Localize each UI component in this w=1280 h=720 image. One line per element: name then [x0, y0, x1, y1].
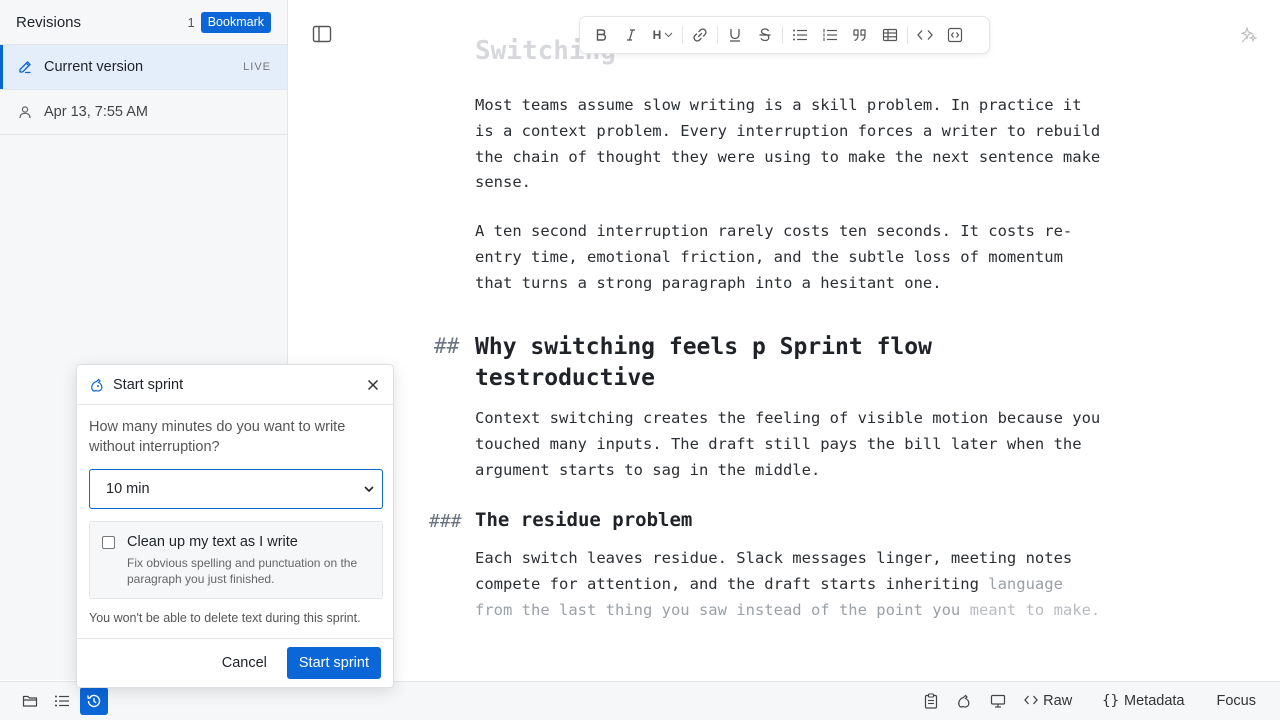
toolbar-divider: [782, 26, 783, 44]
link-icon[interactable]: [685, 21, 715, 49]
chevron-down-icon: [364, 485, 374, 492]
paragraph-text-faded: meant to make.: [969, 600, 1101, 619]
formatting-toolbar: H: [579, 16, 990, 54]
cleanup-option: Clean up my text as I write Fix obvious …: [89, 521, 383, 599]
dialog-title: Start sprint: [113, 376, 184, 393]
revision-item-current[interactable]: Current version LIVE: [0, 45, 287, 90]
sprint-icon: [89, 377, 105, 393]
sprint-question: How many minutes do you want to write wi…: [89, 419, 346, 455]
monitor-icon[interactable]: [990, 694, 1006, 708]
start-sprint-dialog: Start sprint How many minutes do you wan…: [76, 364, 394, 688]
focus-label: Focus: [1216, 693, 1257, 709]
cleanup-label: Clean up my text as I write: [127, 534, 298, 550]
dialog-body: How many minutes do you want to write wi…: [77, 405, 393, 637]
editor-paragraph[interactable]: Context switching creates the feeling of…: [475, 406, 1105, 483]
h2-line: testroductive: [475, 365, 656, 391]
pencil-icon: [18, 60, 32, 74]
toggle-sidebar-icon[interactable]: [312, 25, 332, 43]
folder-icon[interactable]: [16, 687, 44, 715]
paragraph-text: Each switch leaves residue. Slack messag…: [475, 549, 1073, 593]
revision-count: 1: [187, 14, 195, 30]
chevron-down-icon: [664, 32, 673, 38]
cleanup-description: Fix obvious spelling and punctuation on …: [127, 556, 358, 586]
revision-item-apr13[interactable]: Apr 13, 7:55 AM: [0, 90, 287, 135]
heading-dropdown[interactable]: H: [646, 21, 680, 49]
live-badge: LIVE: [243, 61, 271, 73]
revision-label: Apr 13, 7:55 AM: [44, 104, 148, 120]
sprint-warning: You won't be able to delete text during …: [89, 611, 361, 625]
ai-sparkle-icon[interactable]: [1240, 26, 1258, 44]
clipboard-icon[interactable]: [924, 693, 938, 709]
underline-icon[interactable]: [720, 21, 750, 49]
sprint-toggle-icon[interactable]: [956, 693, 972, 709]
dialog-footer: Cancel Start sprint: [77, 638, 393, 687]
sidebar-header: Revisions 1 Bookmark: [0, 0, 287, 45]
toolbar-divider: [717, 26, 718, 44]
bullet-list-icon[interactable]: [785, 21, 815, 49]
h2-line: Why switching feels p Sprint flow: [475, 334, 932, 360]
outline-icon[interactable]: [48, 687, 76, 715]
code-icon: [1024, 693, 1039, 709]
editor-paragraph[interactable]: A ten second interruption rarely costs t…: [475, 219, 1105, 296]
braces-icon: {}: [1102, 693, 1120, 709]
dialog-header: Start sprint: [77, 365, 393, 405]
heading-icon: H: [652, 28, 662, 42]
sidebar-title: Revisions: [16, 13, 82, 31]
user-icon: [18, 105, 32, 119]
h2-marker: ##: [434, 334, 460, 358]
code-icon[interactable]: [910, 21, 940, 49]
table-icon[interactable]: [875, 21, 905, 49]
numbered-list-icon[interactable]: [815, 21, 845, 49]
history-icon[interactable]: [80, 687, 108, 715]
editor-paragraph[interactable]: Each switch leaves residue. Slack messag…: [475, 546, 1105, 623]
start-sprint-button[interactable]: Start sprint: [286, 647, 381, 679]
toolbar-divider: [907, 26, 908, 44]
bookmark-button[interactable]: Bookmark: [200, 11, 271, 33]
italic-icon[interactable]: [616, 21, 646, 49]
cleanup-checkbox[interactable]: [102, 536, 115, 549]
raw-label: Raw: [1043, 693, 1073, 709]
bold-icon[interactable]: [586, 21, 616, 49]
focus-toggle[interactable]: Focus: [1217, 693, 1257, 709]
revision-label: Current version: [44, 59, 144, 75]
cancel-button[interactable]: Cancel: [222, 655, 267, 671]
editor-heading-h2[interactable]: Why switching feels p Sprint flow testro…: [475, 332, 1075, 394]
h3-marker: ###: [429, 511, 462, 532]
sprint-duration-select[interactable]: 10 min: [89, 469, 383, 509]
editor-paragraph[interactable]: Most teams assume slow writing is a skil…: [475, 93, 1105, 196]
close-icon[interactable]: [365, 377, 381, 393]
code-block-icon[interactable]: [940, 21, 970, 49]
metadata-label: Metadata: [1124, 693, 1185, 709]
raw-toggle[interactable]: Raw: [1024, 693, 1072, 709]
strikethrough-icon[interactable]: [750, 21, 780, 49]
metadata-toggle[interactable]: {} Metadata: [1102, 693, 1184, 709]
select-value: 10 min: [106, 481, 150, 497]
quote-icon[interactable]: [845, 21, 875, 49]
editor-heading-h3[interactable]: The residue problem: [475, 509, 692, 531]
toolbar-divider: [682, 26, 683, 44]
